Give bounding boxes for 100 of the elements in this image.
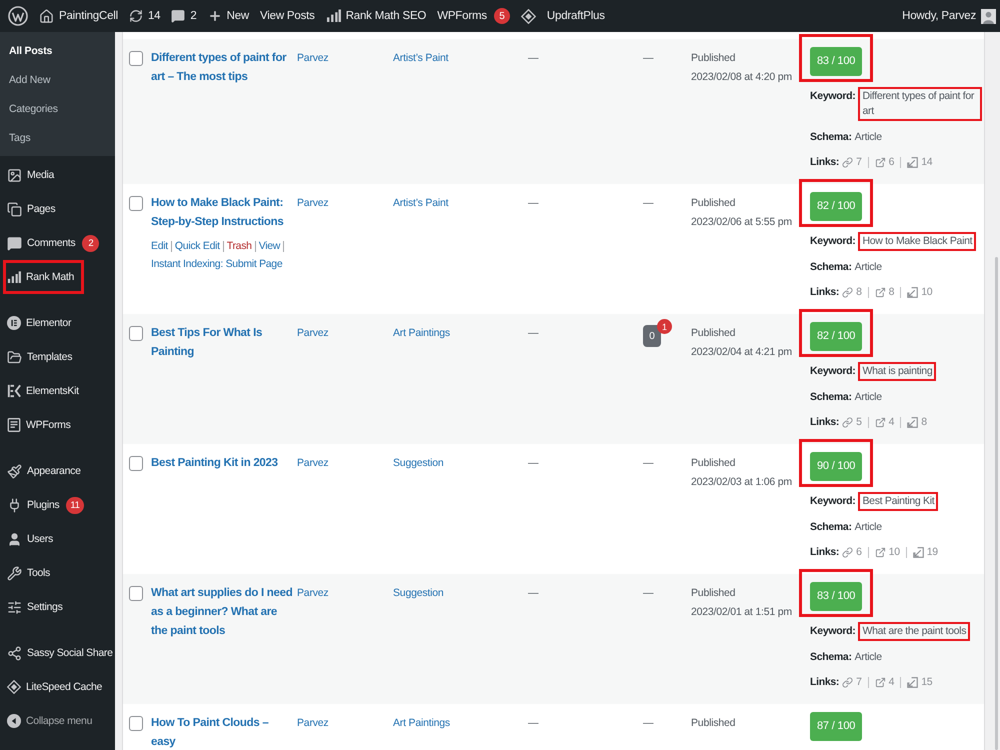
category-link[interactable]: Artist’s Paint: [393, 49, 448, 68]
row-checkbox[interactable]: [129, 326, 143, 341]
link-count: 10: [921, 285, 932, 300]
menu-item[interactable]: ElementsKit: [3, 374, 81, 408]
link-count: 4: [888, 415, 894, 430]
author-link[interactable]: Parvez: [297, 324, 328, 343]
toolbar-link[interactable]: Rank Math SEO: [326, 0, 426, 32]
post-date: 2023/02/04 at 4:21 pm: [691, 345, 792, 360]
post-title-link[interactable]: Best Tips For What Is Painting: [151, 324, 293, 362]
menu-item[interactable]: Settings: [3, 590, 65, 624]
menu-item[interactable]: Plugins 11: [3, 488, 86, 522]
menu-item[interactable]: Comments 2: [3, 226, 102, 260]
link-icon: [842, 157, 854, 168]
row-checkbox[interactable]: [129, 586, 143, 601]
toolbar-link[interactable]: UpdraftPlus: [546, 0, 605, 32]
external-link-icon: [874, 157, 886, 168]
post-title-link[interactable]: How To Paint Clouds – easy: [151, 714, 293, 750]
link-count: 8: [888, 285, 894, 300]
diamond-icon: [7, 680, 21, 694]
post-status: Published: [691, 326, 736, 341]
post-date: 2023/02/06 at 5:55 pm: [691, 215, 792, 230]
menu-item[interactable]: Rank Math: [3, 260, 84, 294]
row-action-link[interactable]: Instant Indexing: Submit Page: [151, 255, 282, 273]
author-link[interactable]: Parvez: [297, 454, 328, 473]
menu-item[interactable]: Collapse menu: [3, 704, 94, 738]
post-date: 2023/02/08 at 4:20 pm: [691, 70, 792, 85]
menu-item[interactable]: Sassy Social Share: [3, 636, 115, 670]
keyword-text: How to Make Black Paint: [858, 232, 976, 251]
schema-label: Schema:: [810, 390, 852, 405]
menu-item[interactable]: Tools: [3, 556, 52, 590]
link-count: 6: [888, 155, 894, 170]
schema-type: Article: [854, 650, 882, 665]
row-checkbox[interactable]: [129, 196, 143, 211]
submenu-item[interactable]: All Posts: [0, 36, 58, 65]
link-count: 7: [856, 155, 862, 170]
toolbar-link[interactable]: WPForms 5: [437, 0, 510, 32]
row-checkbox[interactable]: [129, 716, 143, 731]
post-title-link[interactable]: Different types of paint for art – The most tips: [151, 49, 293, 87]
row-action-link[interactable]: View: [258, 237, 280, 255]
account-menu[interactable]: Howdy, Parvez: [902, 0, 996, 32]
comment-count-bubble[interactable]: 0: [643, 325, 661, 347]
category-link[interactable]: Suggestion: [393, 584, 444, 603]
home-icon: [39, 8, 54, 24]
category-link[interactable]: Art Paintings: [393, 714, 450, 733]
post-title-link[interactable]: Best Painting Kit in 2023: [151, 454, 278, 473]
link-count: 14: [921, 155, 932, 170]
author-link[interactable]: Parvez: [297, 194, 328, 213]
category-link[interactable]: Suggestion: [393, 454, 444, 473]
scrollbar-thumb[interactable]: [995, 257, 998, 750]
menu-item[interactable]: Users: [3, 522, 55, 556]
link-icon: [842, 287, 854, 298]
tags-cell-text: —: [528, 51, 538, 66]
menu-item[interactable]: Templates: [3, 340, 74, 374]
menu-item[interactable]: WPForms: [3, 408, 73, 442]
link-count: 4: [888, 675, 894, 690]
row-action-link[interactable]: Edit: [151, 237, 168, 255]
external-link-icon: [874, 417, 886, 428]
plus-icon: [208, 9, 222, 23]
submenu-item[interactable]: Tags: [0, 123, 36, 152]
new-link[interactable]: New: [208, 0, 249, 32]
submenu-item[interactable]: Categories: [0, 94, 64, 123]
row-action-link[interactable]: Quick Edit: [174, 237, 220, 255]
arrow-in-box-icon: [907, 677, 918, 688]
row-checkbox[interactable]: [129, 51, 143, 66]
form-icon: [7, 418, 21, 432]
menu-item[interactable]: LiteSpeed Cache: [3, 670, 104, 704]
bars-chevron-icon: [7, 384, 21, 398]
post-title-link[interactable]: What art supplies do I need as a beginner? What are the paint tools: [151, 584, 293, 641]
diamond-icon[interactable]: [520, 8, 536, 24]
menu-item[interactable]: Media: [3, 158, 56, 192]
author-link[interactable]: Parvez: [297, 714, 328, 733]
submenu-item[interactable]: Add New: [0, 65, 56, 94]
row-checkbox[interactable]: [129, 456, 143, 471]
site-link[interactable]: PaintingCell: [39, 0, 118, 32]
toolbar-link[interactable]: View Posts: [260, 0, 315, 32]
seo-score-badge: 82 / 100: [810, 322, 862, 351]
comments-link[interactable]: 2: [171, 0, 197, 32]
category-link[interactable]: Artist’s Paint: [393, 194, 448, 213]
user-icon: [7, 532, 22, 546]
schema-type: Article: [854, 260, 882, 275]
keyword-text: What is painting: [858, 362, 936, 381]
seo-score-badge: 87 / 100: [810, 712, 862, 741]
row-action-link[interactable]: Trash: [226, 237, 252, 255]
post-status: Published: [691, 716, 736, 731]
author-link[interactable]: Parvez: [297, 584, 328, 603]
post-title-link[interactable]: How to Make Black Paint: Step-by-Step Instructions: [151, 194, 293, 232]
schema-label: Schema:: [810, 650, 852, 665]
post-status: Published: [691, 456, 736, 471]
schema-type: Article: [854, 130, 882, 145]
updates-link[interactable]: 14: [128, 0, 160, 32]
author-link[interactable]: Parvez: [297, 49, 328, 68]
seo-score-badge: 90 / 100: [810, 452, 862, 481]
menu-item[interactable]: Pages: [3, 192, 58, 226]
category-link[interactable]: Art Paintings: [393, 324, 450, 343]
share-icon: [7, 646, 22, 660]
count-badge: 11: [66, 496, 84, 514]
menu-item[interactable]: Elementor: [3, 306, 74, 340]
logo-icon[interactable]: [8, 6, 28, 26]
menu-item[interactable]: Appearance: [3, 454, 83, 488]
link-count: 7: [856, 675, 862, 690]
